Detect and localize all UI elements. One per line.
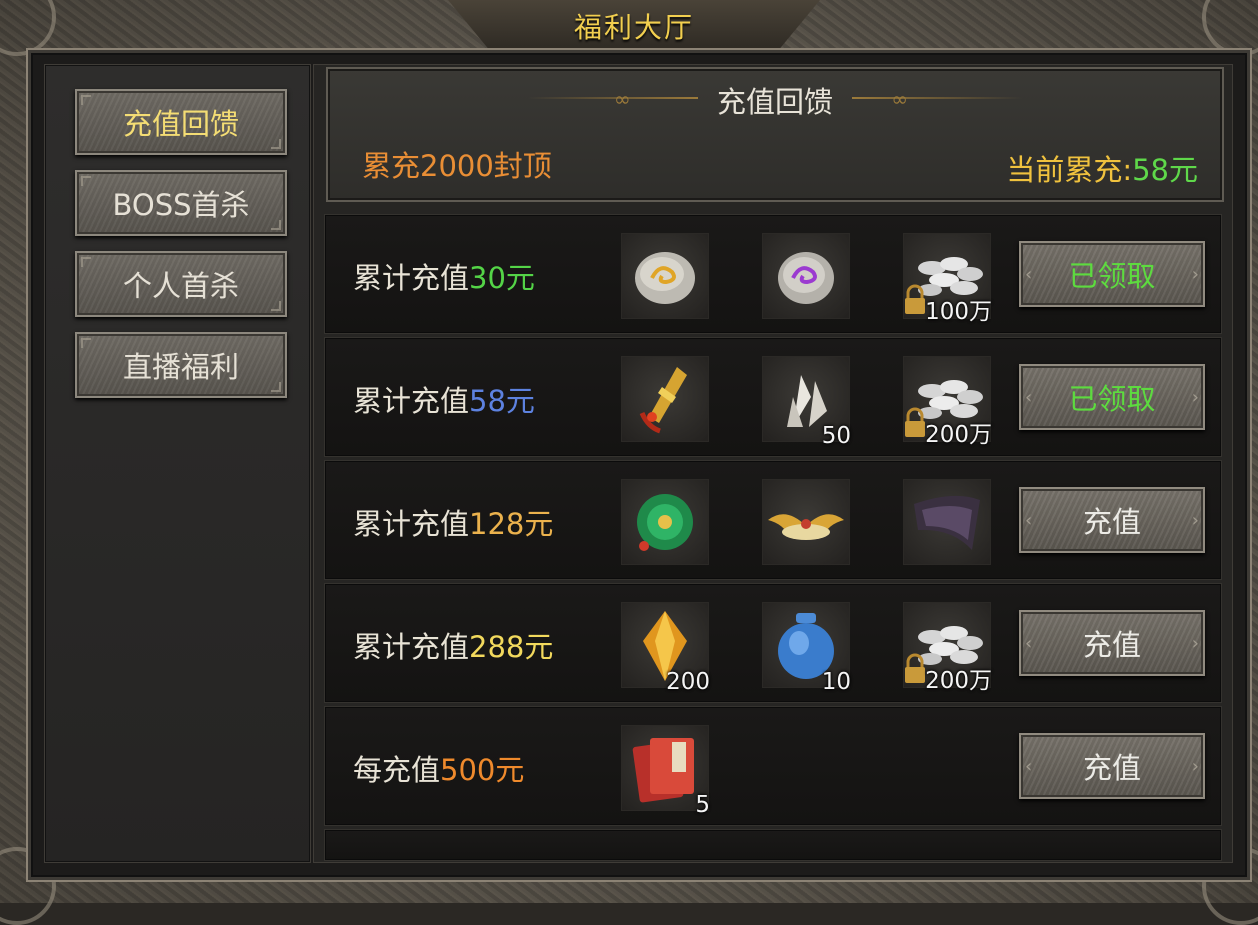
recharge-button[interactable]: 充值 [1019,610,1205,676]
recharge-cap-text: 累充2000封顶 [362,149,552,183]
button-label: 充值 [1082,505,1141,539]
recharge-button[interactable]: 充值 [1019,487,1205,553]
white-crystal-icon[interactable]: 50 [762,356,851,449]
locked-silver-coins-icon[interactable]: 100万 [903,233,992,325]
reward-row: 累计充值288元 200 10 200万 充值 [324,583,1222,703]
sidebar-item-personal-first-kill[interactable]: 个人首杀 [75,251,287,317]
reward-row-amount: 288元 [469,630,554,664]
sidebar-item-label: BOSS首杀 [112,188,250,222]
reward-row-amount: 500元 [440,753,525,787]
gold-swirl-stone-icon[interactable] [621,233,709,319]
window-title-tab: 福利大厅 [448,0,820,54]
sidebar-item-label: 直播福利 [122,350,239,384]
golden-weapon-hilt-icon[interactable] [621,356,709,442]
dark-wing-icon[interactable] [903,479,991,565]
button-label: 已领取 [1068,259,1156,293]
sidebar-item-label: 个人首杀 [122,269,239,303]
reward-row-prefix: 累计充值 [353,261,470,295]
reward-row: 累计充值58元 50 200万 已领取 [324,337,1222,457]
reward-row-amount: 128元 [469,507,554,541]
reward-row: 累计充值128元 充值 [324,460,1222,580]
reward-row-label: 累计充值58元 [353,378,535,420]
reward-row: 每充值500元 5 充值 [324,706,1222,826]
blue-jar-icon[interactable]: 10 [762,602,851,695]
reward-row-label: 累计充值30元 [353,255,535,297]
jade-pendant-icon[interactable] [621,479,709,565]
item-count: 200万 [925,422,992,448]
current-recharge-label: 当前累充: [1006,153,1133,187]
panel-header: ∞ ∞ 充值回馈 累充2000封顶 当前累充:58元 [326,67,1224,202]
sidebar-item-live-stream-benefits[interactable]: 直播福利 [75,332,287,398]
recharge-button[interactable]: 充值 [1019,733,1205,799]
reward-row-prefix: 累计充值 [353,384,470,418]
reward-row-label: 累计充值288元 [353,624,553,666]
locked-silver-coins-icon[interactable]: 200万 [903,602,992,694]
sidebar: 充值回馈 BOSS首杀 个人首杀 直播福利 [44,64,311,863]
button-label: 充值 [1082,751,1141,785]
item-count: 100万 [925,299,992,325]
sidebar-item-label: 充值回馈 [122,107,239,141]
reward-row-prefix: 累计充值 [353,507,470,541]
main-panel: ∞ ∞ 充值回馈 累充2000封顶 当前累充:58元 累计充值30元 100万 … [313,64,1233,863]
purple-swirl-stone-icon[interactable] [762,233,850,319]
reward-row-label: 每充值500元 [353,747,524,789]
button-label: 已领取 [1068,382,1156,416]
item-count: 10 [821,669,851,695]
item-count: 50 [821,423,851,449]
item-count: 200万 [925,668,992,694]
panel-title: 充值回馈 [716,85,833,119]
corner-ornament [1202,0,1258,56]
sidebar-item-recharge-rewards[interactable]: 充值回馈 [75,89,287,155]
reward-row-label: 累计充值128元 [353,501,553,543]
sidebar-item-boss-first-kill[interactable]: BOSS首杀 [75,170,287,236]
claimed-button[interactable]: 已领取 [1019,241,1205,307]
window-title: 福利大厅 [573,11,694,44]
golden-wings-icon[interactable] [762,479,850,565]
reward-row-prefix: 累计充值 [353,630,470,664]
red-book-icon[interactable]: 5 [621,725,710,818]
item-count: 200 [666,669,710,695]
reward-row-partial [324,829,1222,861]
corner-ornament [0,0,56,56]
locked-silver-coins-icon[interactable]: 200万 [903,356,992,448]
claimed-button[interactable]: 已领取 [1019,364,1205,430]
item-count: 5 [695,792,710,818]
reward-row-amount: 58元 [469,384,535,418]
reward-row-prefix: 每充值 [353,753,441,787]
reward-row-amount: 30元 [469,261,535,295]
button-label: 充值 [1082,628,1141,662]
amber-crystal-icon[interactable]: 200 [621,602,710,695]
current-recharge-value: 58元 [1132,153,1198,187]
reward-row: 累计充值30元 100万 已领取 [324,214,1222,334]
current-recharge: 当前累充:58元 [1006,147,1198,189]
